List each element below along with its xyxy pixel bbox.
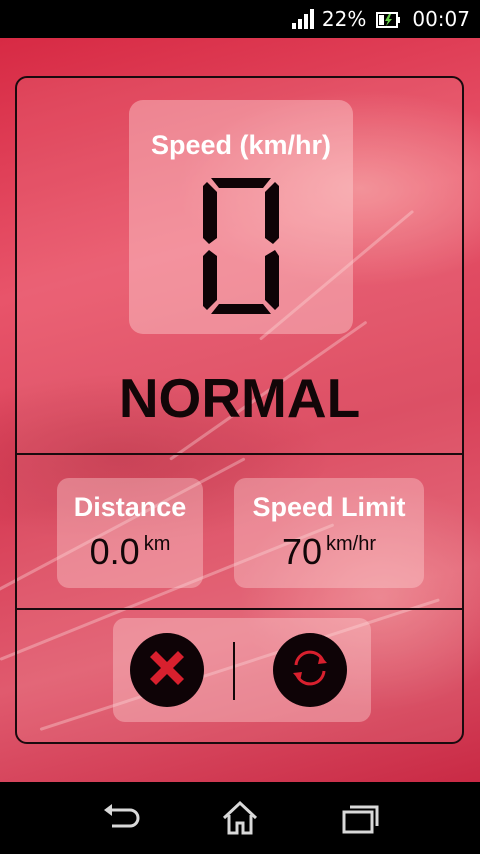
speed-limit-card[interactable]: Speed Limit 70 km/hr <box>234 478 424 588</box>
speed-display: Speed (km/hr) <box>129 100 353 334</box>
navigation-bar <box>0 782 480 854</box>
controls-separator <box>233 642 235 700</box>
controls <box>113 618 371 722</box>
speed-limit-number: 70 <box>281 531 323 572</box>
distance-value: 0.0 km <box>57 531 203 573</box>
clock: 00:07 <box>412 7 470 31</box>
refresh-icon <box>287 645 333 695</box>
distance-number: 0.0 <box>89 531 140 572</box>
speed-label: Speed (km/hr) <box>150 130 332 160</box>
home-button[interactable] <box>220 800 260 836</box>
speedometer-panel: Speed (km/hr) NORMAL Distance 0.0km Spe <box>15 76 464 744</box>
home-icon <box>220 800 260 840</box>
battery-charging-icon <box>376 10 401 28</box>
speed-status: NORMAL <box>118 367 361 429</box>
recent-apps-icon <box>340 805 380 840</box>
speed-limit-unit: km/hr <box>326 533 377 555</box>
divider <box>17 608 462 610</box>
stop-button[interactable] <box>130 633 204 707</box>
divider <box>17 453 462 455</box>
back-button[interactable] <box>100 800 140 836</box>
status-bar: 22% 00:07 <box>0 0 480 38</box>
recent-apps-button[interactable] <box>340 800 380 836</box>
speed-limit-title: Speed Limit <box>252 492 406 522</box>
speed-value <box>129 176 353 316</box>
distance-unit: km <box>143 533 171 555</box>
distance-card: Distance 0.0 km <box>57 478 203 588</box>
battery-percent: 22% <box>321 7 367 31</box>
back-icon <box>100 804 140 840</box>
distance-title: Distance <box>73 492 187 522</box>
reset-button[interactable] <box>273 633 347 707</box>
speed-limit-value: 70 km/hr <box>234 531 424 573</box>
close-icon <box>142 643 192 697</box>
signal-icon <box>291 9 314 29</box>
